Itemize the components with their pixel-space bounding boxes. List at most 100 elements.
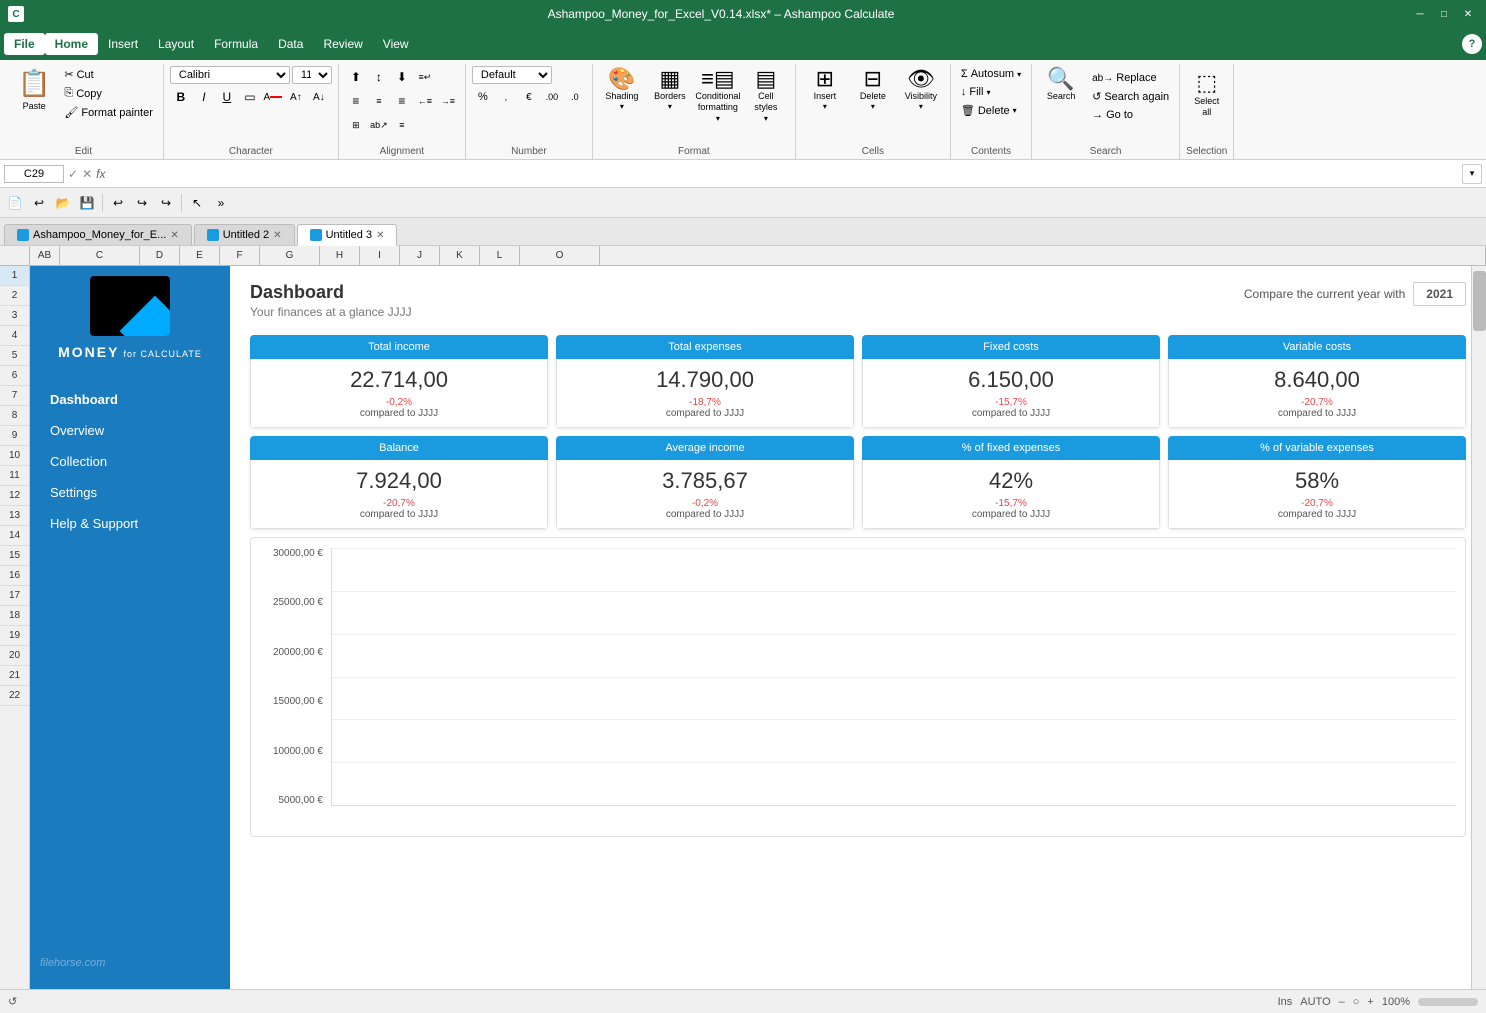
cell-ref-input[interactable] xyxy=(4,165,64,183)
formula-input[interactable] xyxy=(109,166,1458,182)
nav-overview[interactable]: Overview xyxy=(30,415,230,446)
number-label: Number xyxy=(511,144,547,157)
increase-dec-button[interactable]: .00 xyxy=(541,86,563,108)
font-size-select[interactable]: 11 xyxy=(292,66,332,84)
tab-close-3[interactable]: ✕ xyxy=(376,230,384,241)
bold-button[interactable]: B xyxy=(170,86,192,108)
open-button[interactable]: 📂 xyxy=(52,192,74,214)
row-num-20: 20 xyxy=(0,646,29,666)
decrease-dec-button[interactable]: .0 xyxy=(564,86,586,108)
font-color-button[interactable]: A xyxy=(262,86,284,108)
nav-collection[interactable]: Collection xyxy=(30,446,230,477)
indent-dec-button[interactable]: ←≡ xyxy=(414,90,436,112)
formula-expand-button[interactable]: ▾ xyxy=(1462,164,1482,184)
tab-file3[interactable]: Untitled 3 ✕ xyxy=(297,224,398,246)
align-center-button[interactable]: ≡ xyxy=(368,90,390,112)
nav-dashboard[interactable]: Dashboard xyxy=(30,384,230,415)
replace-button[interactable]: ab→Replace xyxy=(1088,70,1173,86)
align-right-button[interactable]: ≡ xyxy=(391,90,413,112)
goto-button[interactable]: →Go to xyxy=(1088,107,1173,123)
chart-container: 30000,00 € 25000,00 € 20000,00 € 15000,0… xyxy=(250,537,1466,837)
cell-styles-button[interactable]: ▤ Cellstyles ▾ xyxy=(743,66,789,125)
redo-button[interactable]: ↪ xyxy=(131,192,153,214)
horizontal-scrollbar[interactable] xyxy=(1418,998,1478,1006)
col-header-rest xyxy=(600,246,1486,265)
menu-review[interactable]: Review xyxy=(313,33,372,55)
undo2-button[interactable]: ↩ xyxy=(107,192,129,214)
scroll-thumb[interactable] xyxy=(1473,271,1486,331)
menu-view[interactable]: View xyxy=(373,33,419,55)
window-controls[interactable]: ─ □ ✕ xyxy=(1410,4,1478,24)
new-button[interactable]: 📄 xyxy=(4,192,26,214)
compare-year[interactable]: 2021 xyxy=(1413,282,1466,306)
align-left-button[interactable]: ≡ xyxy=(345,90,367,112)
menu-formula[interactable]: Formula xyxy=(204,33,268,55)
wrap-text-button[interactable]: ≡↵ xyxy=(414,66,436,88)
ribbon-group-cells: ⊞ Insert ▾ ⊟ Delete ▾ 👁 Visibility ▾ Cel… xyxy=(796,64,951,159)
tab-file2[interactable]: Untitled 2 ✕ xyxy=(194,224,295,245)
vertical-scrollbar[interactable] xyxy=(1471,266,1486,989)
borders-button[interactable]: ▦ Borders ▾ xyxy=(647,66,693,113)
visibility-button[interactable]: 👁 Visibility ▾ xyxy=(898,66,944,113)
format-painter-button[interactable]: 🖌Format painter xyxy=(60,104,157,121)
indent-inc-button[interactable]: →≡ xyxy=(437,90,459,112)
stat-change-avg-income: -0,2% compared to JJJJ xyxy=(565,498,845,520)
thousands-button[interactable]: , xyxy=(495,86,517,108)
menu-insert[interactable]: Insert xyxy=(98,33,148,55)
close-button[interactable]: ✕ xyxy=(1458,4,1478,24)
menu-file[interactable]: File xyxy=(4,33,45,55)
search-button[interactable]: 🔍 Search xyxy=(1038,66,1084,103)
border-button[interactable]: ▭ xyxy=(239,86,261,108)
y-label-5: 25000,00 € xyxy=(251,597,323,608)
delete-contents-button[interactable]: 🗑Delete▾ xyxy=(957,102,1025,119)
row-num-1: 1 xyxy=(0,266,29,286)
percent-button[interactable]: % xyxy=(472,86,494,108)
menu-layout[interactable]: Layout xyxy=(148,33,204,55)
tab-close-1[interactable]: ✕ xyxy=(170,230,178,241)
zoom-out-button[interactable]: + xyxy=(1367,996,1373,1008)
currency-button[interactable]: € xyxy=(518,86,540,108)
italic-button[interactable]: I xyxy=(193,86,215,108)
ribbon-group-clipboard: 📋 Paste ✂Cut ⎘Copy 🖌Format painter Edit xyxy=(4,64,164,159)
tab-close-2[interactable]: ✕ xyxy=(273,230,281,241)
shading-button[interactable]: 🎨 Shading ▾ xyxy=(599,66,645,113)
number-format-select[interactable]: Default xyxy=(472,66,552,84)
paste-button[interactable]: 📋 Paste xyxy=(10,66,58,113)
decrease-font-button[interactable]: A↓ xyxy=(308,86,330,108)
stat-card-pct-fixed: % of fixed expenses 42% -15,7% compared … xyxy=(862,436,1160,529)
minimize-button[interactable]: ─ xyxy=(1410,4,1430,24)
tab-file1[interactable]: Ashampoo_Money_for_E... ✕ xyxy=(4,224,192,245)
search-again-button[interactable]: ↺Search again xyxy=(1088,88,1173,105)
fill-button[interactable]: ↓Fill▾ xyxy=(957,84,1025,100)
merge-button[interactable]: ⊞ xyxy=(345,114,367,136)
select-mode-button[interactable]: ↖ xyxy=(186,192,208,214)
nav-help[interactable]: Help & Support xyxy=(30,508,230,539)
logo-box xyxy=(90,276,170,336)
copy-button[interactable]: ⎘Copy xyxy=(60,85,157,102)
delete-button[interactable]: ⊟ Delete ▾ xyxy=(850,66,896,113)
cut-button[interactable]: ✂Cut xyxy=(60,66,157,83)
align-justify-button[interactable]: ≡ xyxy=(391,114,413,136)
col-header-e: E xyxy=(180,246,220,265)
autosum-button[interactable]: ΣAutosum▾ xyxy=(957,66,1025,82)
nav-settings[interactable]: Settings xyxy=(30,477,230,508)
undo-button[interactable]: ↩ xyxy=(28,192,50,214)
more-tools-button[interactable]: » xyxy=(210,192,232,214)
insert-button[interactable]: ⊞ Insert ▾ xyxy=(802,66,848,113)
orientation-button[interactable]: ab↗ xyxy=(368,114,390,136)
menu-home[interactable]: Home xyxy=(45,33,98,55)
save-button[interactable]: 💾 xyxy=(76,192,98,214)
restore-button[interactable]: □ xyxy=(1434,4,1454,24)
redo2-button[interactable]: ↪ xyxy=(155,192,177,214)
align-middle-button[interactable]: ↕ xyxy=(368,66,390,88)
increase-font-button[interactable]: A↑ xyxy=(285,86,307,108)
align-top-button[interactable]: ⬆ xyxy=(345,66,367,88)
select-all-button[interactable]: ⬚ Selectall xyxy=(1186,66,1227,122)
stat-header-total-expenses: Total expenses xyxy=(556,335,854,359)
underline-button[interactable]: U xyxy=(216,86,238,108)
menu-data[interactable]: Data xyxy=(268,33,313,55)
align-bottom-button[interactable]: ⬇ xyxy=(391,66,413,88)
help-icon[interactable]: ? xyxy=(1462,34,1482,54)
font-name-select[interactable]: Calibri xyxy=(170,66,290,84)
conditional-formatting-button[interactable]: ≡▤ Conditionalformatting ▾ xyxy=(695,66,741,125)
